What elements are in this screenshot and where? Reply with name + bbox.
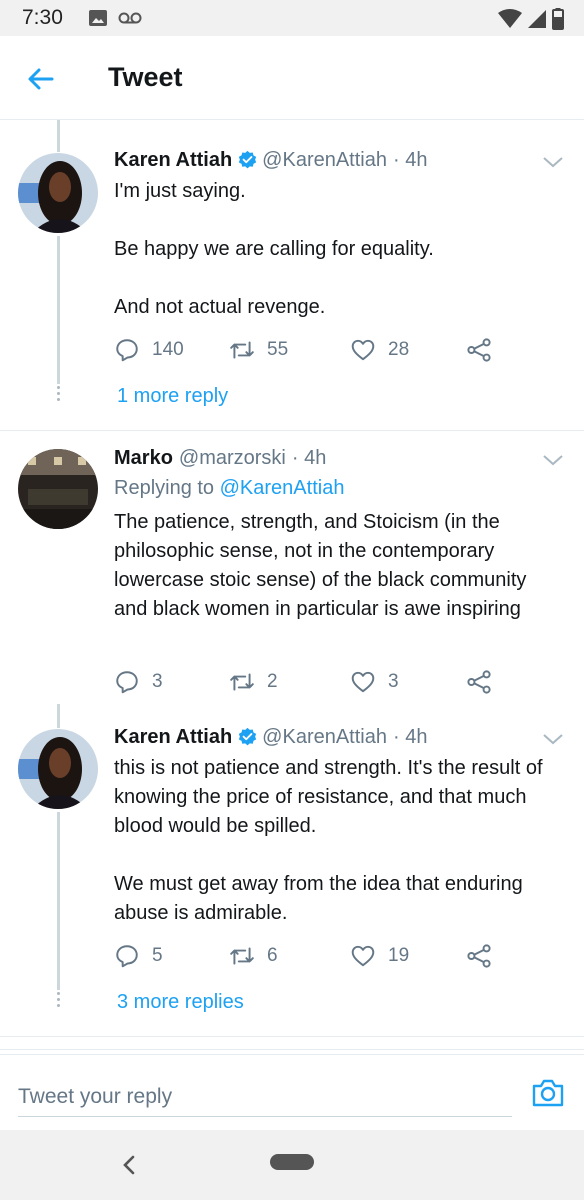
home-pill[interactable] bbox=[270, 1154, 314, 1170]
like-icon bbox=[351, 339, 375, 361]
notification-icons bbox=[88, 9, 142, 27]
reply-button[interactable]: 140 bbox=[114, 337, 184, 363]
tweet-time: · 4h bbox=[393, 726, 428, 748]
status-bar: 7:30 bbox=[0, 0, 584, 36]
like-count: 3 bbox=[388, 671, 399, 692]
like-button[interactable]: 19 bbox=[350, 943, 409, 969]
thread-line-connector bbox=[57, 236, 60, 384]
tweet-text: The patience, strength, and Stoicism (in… bbox=[114, 511, 527, 620]
avatar-photo-karen bbox=[18, 729, 98, 809]
author-name[interactable]: Karen Attiah bbox=[114, 726, 232, 749]
retweet-button[interactable]: 6 bbox=[229, 943, 278, 969]
author-handle[interactable]: @marzorski bbox=[179, 447, 286, 470]
reply-composer bbox=[0, 1054, 584, 1130]
wifi-icon bbox=[498, 9, 522, 28]
tweet-header: Karen Attiah @KarenAttiah · 4h bbox=[114, 149, 427, 172]
system-icons bbox=[498, 8, 564, 30]
reply-input[interactable] bbox=[18, 1077, 512, 1117]
signal-icon bbox=[528, 10, 546, 28]
author-handle[interactable]: @KarenAttiah bbox=[262, 726, 387, 749]
avatar-photo-karen bbox=[18, 153, 98, 233]
avatar[interactable] bbox=[18, 729, 98, 809]
retweet-icon bbox=[230, 673, 254, 691]
reply-button[interactable]: 3 bbox=[114, 669, 163, 695]
retweet-count: 2 bbox=[267, 671, 278, 692]
replying-to-handle[interactable]: @KarenAttiah bbox=[220, 477, 345, 499]
like-icon bbox=[351, 671, 375, 693]
share-icon bbox=[467, 944, 491, 968]
more-replies-link[interactable]: 1 more reply bbox=[117, 385, 228, 408]
thread-line-top bbox=[57, 704, 60, 728]
system-nav-bar bbox=[0, 1130, 584, 1200]
verified-badge-icon bbox=[239, 727, 257, 746]
chevron-down-icon[interactable] bbox=[541, 154, 565, 170]
tweet-text: this is not patience and strength. It's … bbox=[114, 757, 543, 924]
share-icon bbox=[467, 338, 491, 362]
retweet-count: 55 bbox=[267, 339, 289, 360]
tweet-text: I'm just saying. Be happy we are calling… bbox=[114, 180, 434, 318]
avatar-photo-marko bbox=[18, 449, 98, 529]
tweet-time: · 4h bbox=[291, 447, 327, 469]
retweet-button[interactable]: 55 bbox=[229, 337, 288, 363]
reply-count: 5 bbox=[152, 945, 163, 966]
tweet-actions: 3 2 3 bbox=[114, 669, 544, 699]
tweet-time: · 4h bbox=[393, 149, 428, 171]
retweet-button[interactable]: 2 bbox=[229, 669, 278, 695]
share-icon bbox=[467, 670, 491, 694]
back-button[interactable] bbox=[24, 62, 58, 96]
author-handle[interactable]: @KarenAttiah bbox=[262, 149, 387, 172]
divider bbox=[0, 1036, 584, 1050]
retweet-icon bbox=[230, 341, 254, 359]
reply-button[interactable]: 5 bbox=[114, 943, 163, 969]
page-title: Tweet bbox=[108, 62, 183, 92]
reply-count: 3 bbox=[152, 671, 163, 692]
more-replies-link[interactable]: 3 more replies bbox=[117, 991, 244, 1014]
chevron-down-icon[interactable] bbox=[541, 452, 565, 468]
author-name[interactable]: Karen Attiah bbox=[114, 149, 232, 172]
camera-icon bbox=[532, 1079, 564, 1107]
avatar[interactable] bbox=[18, 153, 98, 233]
tweet-actions: 5 6 19 bbox=[114, 943, 544, 973]
share-button[interactable] bbox=[466, 943, 504, 969]
status-time: 7:30 bbox=[22, 6, 63, 29]
like-button[interactable]: 28 bbox=[350, 337, 409, 363]
like-count: 19 bbox=[388, 945, 410, 966]
avatar[interactable] bbox=[18, 449, 98, 529]
like-icon bbox=[351, 945, 375, 967]
tweet-header: Marko @marzorski · 4h bbox=[114, 447, 326, 470]
replying-to: Replying to @KarenAttiah bbox=[114, 477, 344, 500]
chevron-down-icon[interactable] bbox=[541, 731, 565, 747]
thread-ellipsis bbox=[56, 992, 60, 1010]
thread-line-connector bbox=[57, 812, 60, 990]
verified-badge-icon bbox=[239, 150, 257, 169]
replying-prefix: Replying to bbox=[114, 477, 215, 499]
retweet-icon bbox=[230, 947, 254, 965]
thread-ellipsis bbox=[56, 386, 60, 404]
image-notification-icon bbox=[89, 10, 107, 26]
share-button[interactable] bbox=[466, 337, 504, 363]
battery-icon bbox=[552, 8, 564, 30]
top-app-bar: Tweet bbox=[0, 36, 584, 120]
voicemail-icon bbox=[118, 12, 142, 24]
reply-icon bbox=[116, 945, 138, 968]
like-button[interactable]: 3 bbox=[350, 669, 399, 695]
reply-count: 140 bbox=[152, 339, 184, 360]
thread-line-top bbox=[57, 120, 60, 152]
camera-button[interactable] bbox=[530, 1075, 566, 1111]
reply-icon bbox=[116, 339, 138, 362]
author-name[interactable]: Marko bbox=[114, 447, 173, 470]
reply-icon bbox=[116, 671, 138, 694]
nav-back-icon[interactable] bbox=[118, 1154, 140, 1176]
tweet-header: Karen Attiah @KarenAttiah · 4h bbox=[114, 726, 427, 749]
share-button[interactable] bbox=[466, 669, 504, 695]
divider bbox=[0, 430, 584, 431]
retweet-count: 6 bbox=[267, 945, 278, 966]
tweet-actions: 140 55 28 bbox=[114, 337, 544, 367]
back-arrow-icon bbox=[28, 68, 54, 90]
like-count: 28 bbox=[388, 339, 410, 360]
